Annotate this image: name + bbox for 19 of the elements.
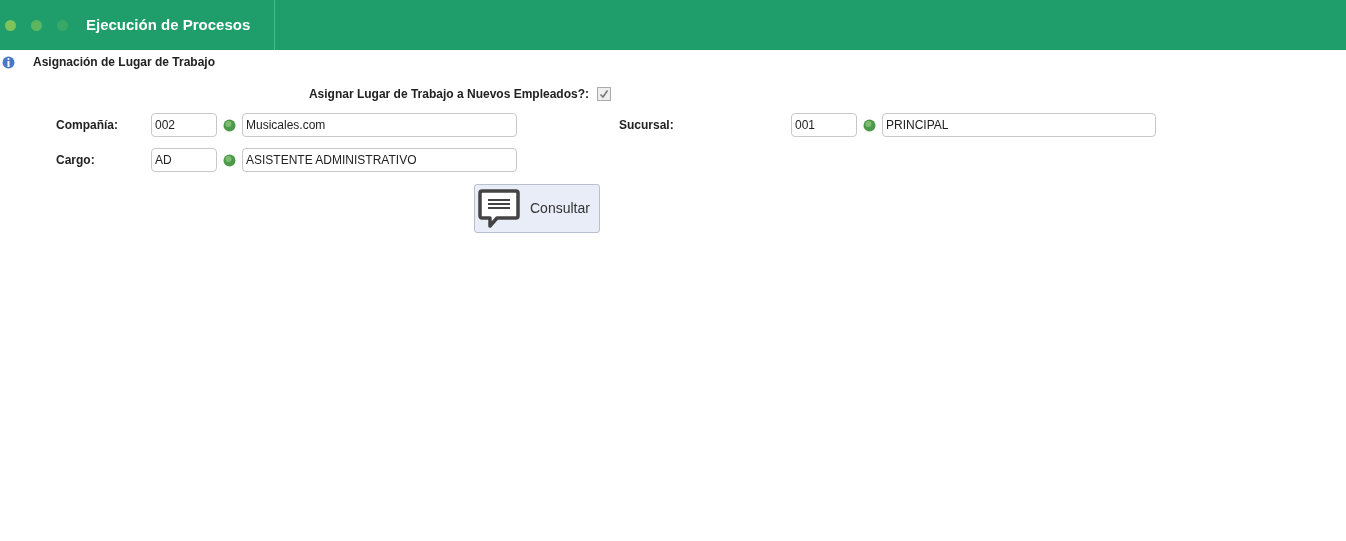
name-field[interactable]: ASISTENTE ADMINISTRATIVO <box>242 148 517 172</box>
help-icon[interactable] <box>223 153 236 167</box>
field-label: Cargo: <box>56 152 96 169</box>
section-title: Asignación de Lugar de Trabajo <box>33 54 216 71</box>
speech-bubble-icon <box>478 187 520 230</box>
help-icon[interactable] <box>223 118 236 132</box>
name-field[interactable]: Musicales.com <box>242 113 517 137</box>
name-field[interactable]: PRINCIPAL <box>882 113 1156 137</box>
window-title: Ejecución de Procesos <box>86 14 252 35</box>
code-field[interactable]: 002 <box>151 113 217 137</box>
help-icon[interactable] <box>863 118 876 132</box>
field-label: Sucursal: <box>619 117 675 134</box>
consultar-button[interactable]: Consultar <box>474 184 600 233</box>
code-field[interactable]: AD <box>151 148 217 172</box>
code-field[interactable]: 001 <box>791 113 857 137</box>
checkbox[interactable] <box>597 87 611 101</box>
checkbox-label: Asignar Lugar de Trabajo a Nuevos Empleados?: <box>308 86 589 103</box>
info-icon <box>2 55 15 69</box>
field-label: Compañía: <box>56 117 119 134</box>
